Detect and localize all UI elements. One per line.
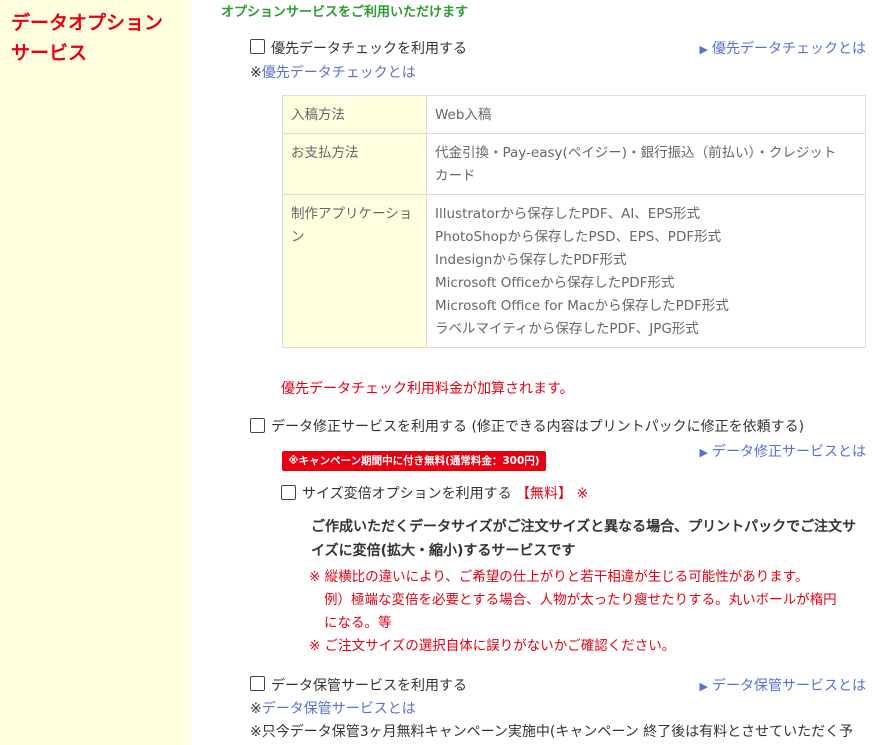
data-storage-label: データ保管サービスを利用する: [271, 678, 467, 694]
data-storage-note: ※データ保管サービスとは: [250, 701, 416, 717]
size-option-warning-1-example: 例）極端な変倍を必要とする場合、人物が太ったり瘦せたりする。丸いボールが楕円: [324, 592, 837, 608]
table-row: 入稿方法 Web入稿: [282, 95, 866, 134]
data-storage-campaign-text: ※只今データ保管3ヶ月無料キャンペーン実施中(キャンペーン 終了後は有料とさせて…: [250, 724, 854, 740]
size-option-mark: ※: [576, 486, 589, 502]
options-panel: オプションサービスをご利用いただけます 優先データチェックを利用する ▶ 優先デー…: [191, 0, 873, 745]
table-value-cell: Web入稿: [426, 95, 866, 134]
data-storage-note-link[interactable]: データ保管サービスとは: [262, 701, 416, 717]
data-fix-checkbox[interactable]: [250, 418, 265, 433]
priority-check-note-link[interactable]: 優先データチェックとは: [262, 65, 416, 81]
table-header-cell: お支払方法: [282, 133, 427, 195]
triangle-right-icon: ▶: [699, 43, 708, 56]
table-value-cell: 代金引換・Pay-easy(ペイジー)・銀行振込（前払い）・クレジット カード: [426, 133, 866, 195]
data-fix-link[interactable]: ▶ データ修正サービスとは: [700, 441, 866, 461]
priority-check-fee-note: 優先データチェック利用料金が加算されます。: [281, 381, 574, 397]
priority-check-label: 優先データチェックを利用する: [271, 41, 467, 57]
triangle-right-icon: ▶: [699, 446, 708, 459]
data-fix-label: データ修正サービスを利用する (修正できる内容はプリントパックに修正を依頼する): [271, 419, 805, 435]
size-option-checkbox[interactable]: [281, 485, 296, 500]
data-storage-checkbox[interactable]: [250, 676, 265, 691]
table-row: お支払方法 代金引換・Pay-easy(ペイジー)・銀行振込（前払い）・クレジッ…: [282, 133, 866, 195]
section-title-line1: データオプション: [11, 12, 164, 34]
section-title: データオプション サービス: [11, 8, 163, 68]
priority-check-link[interactable]: ▶ 優先データチェックとは: [700, 38, 866, 58]
table-value-cell: Illustratorから保存したPDF、AI、EPS形式 PhotoShopか…: [426, 194, 866, 348]
triangle-right-icon: ▶: [699, 680, 708, 693]
size-option-label: サイズ変倍オプションを利用する: [302, 486, 512, 502]
table-header-cell: 制作アプリケーショ ン: [282, 194, 427, 348]
size-option-warning-1: ※ 縦横比の違いにより、ご希望の仕上がりと若干相違が生じる可能性があります。: [309, 569, 809, 585]
size-option-warning-1-example-cont: になる。等: [324, 615, 392, 631]
table-row: 制作アプリケーショ ン Illustratorから保存したPDF、AI、EPS形…: [282, 194, 866, 348]
priority-check-checkbox[interactable]: [250, 39, 265, 54]
section-title-line2: サービス: [11, 42, 88, 64]
size-option-label-row: サイズ変倍オプションを利用する 【無料】 ※: [302, 483, 588, 503]
intro-text: オプションサービスをご利用いただけます: [221, 5, 469, 20]
free-tag: 【無料】: [516, 486, 573, 502]
sidebar: データオプション サービス: [0, 0, 191, 745]
size-option-description: ご作成いただくデータサイズがご注文サイズと異なる場合、プリントパックでご注文サ …: [311, 519, 857, 559]
data-storage-link[interactable]: ▶ データ保管サービスとは: [700, 675, 866, 695]
table-header-cell: 入稿方法: [282, 95, 427, 134]
priority-check-spec-table: 入稿方法 Web入稿 お支払方法 代金引換・Pay-easy(ペイジー)・銀行振…: [282, 95, 866, 348]
size-option-warning-2: ※ ご注文サイズの選択自体に誤りがないかご確認ください。: [309, 638, 676, 654]
priority-check-note: ※優先データチェックとは: [250, 65, 416, 81]
campaign-badge: ※キャンペーン期間中に付き無料(通常料金：300円): [282, 451, 546, 471]
